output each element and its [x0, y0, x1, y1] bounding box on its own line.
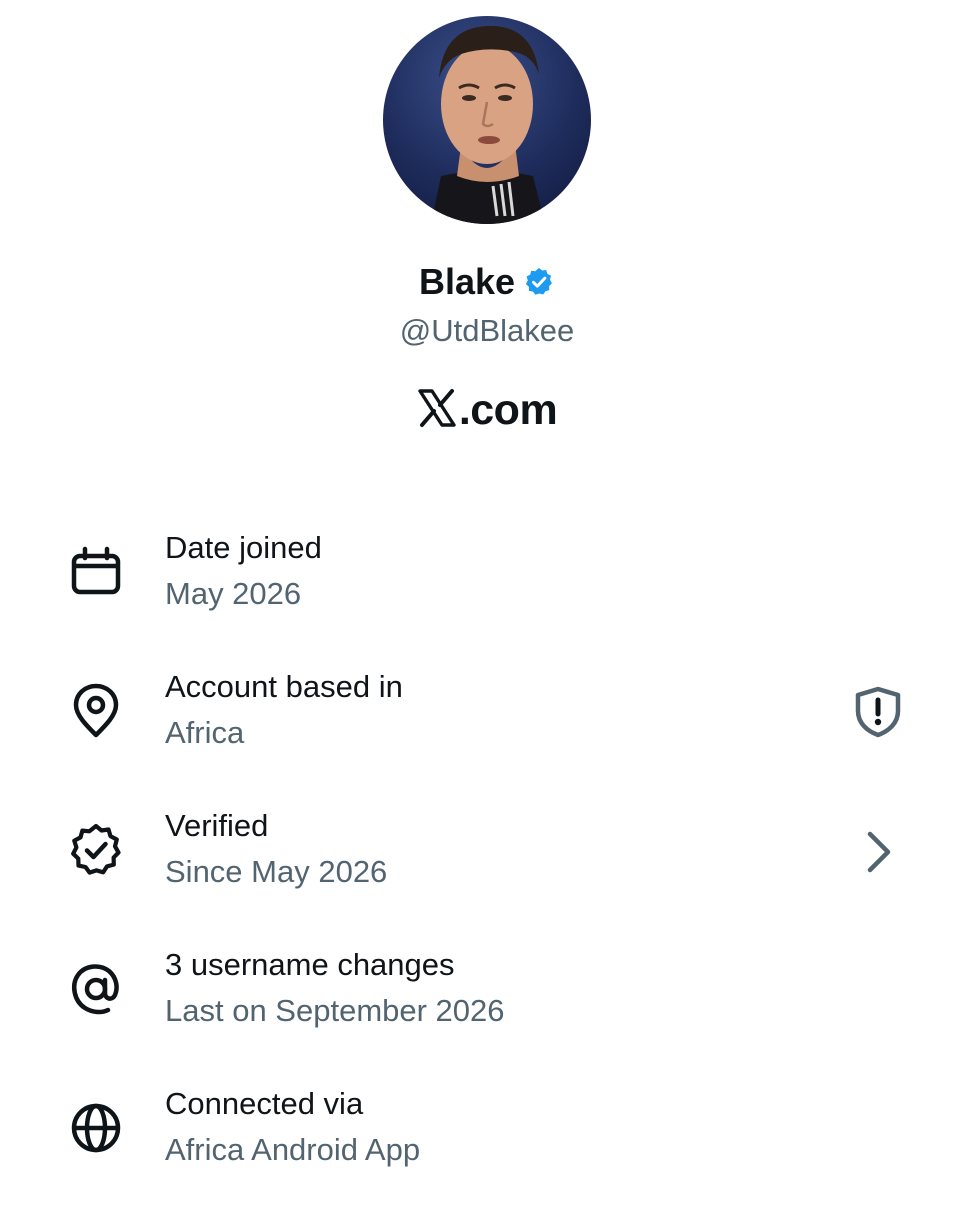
globe-icon	[68, 1100, 124, 1156]
row-title: Date joined	[165, 530, 322, 565]
website-text: .com	[458, 386, 558, 434]
row-verified[interactable]: Verified Since May 2026	[0, 800, 974, 939]
verified-badge-outline-icon	[68, 822, 124, 878]
account-info-list: Date joined May 2026 Account based in Af…	[0, 522, 974, 1217]
location-pin-icon	[68, 683, 124, 739]
x-logo-icon	[417, 388, 457, 440]
row-connected-via: Connected via Africa Android App	[0, 1078, 974, 1217]
row-title: Verified	[165, 808, 269, 843]
shield-alert-icon[interactable]	[850, 684, 906, 740]
profile-handle: @UtdBlakee	[399, 313, 575, 348]
avatar[interactable]	[383, 16, 591, 224]
row-title: 3 username changes	[165, 947, 455, 982]
at-sign-icon	[68, 961, 124, 1017]
row-date-joined: Date joined May 2026	[0, 522, 974, 661]
avatar-photo	[431, 25, 545, 224]
row-username-changes: 3 username changes Last on September 202…	[0, 939, 974, 1078]
row-account-based-in[interactable]: Account based in Africa	[0, 661, 974, 800]
calendar-icon	[68, 544, 124, 600]
website-link[interactable]: .com	[0, 384, 974, 440]
chevron-right-icon[interactable]	[860, 824, 900, 880]
row-subtitle: May 2026	[165, 576, 302, 611]
profile-name-row: Blake	[0, 258, 974, 310]
verified-badge-icon	[523, 262, 555, 310]
row-subtitle: Last on September 2026	[165, 993, 505, 1028]
display-name: Blake	[418, 261, 516, 302]
row-title: Account based in	[165, 669, 403, 704]
row-subtitle: Africa	[165, 715, 245, 750]
row-subtitle: Since May 2026	[165, 854, 388, 889]
row-title: Connected via	[165, 1086, 364, 1121]
row-subtitle: Africa Android App	[165, 1132, 421, 1167]
